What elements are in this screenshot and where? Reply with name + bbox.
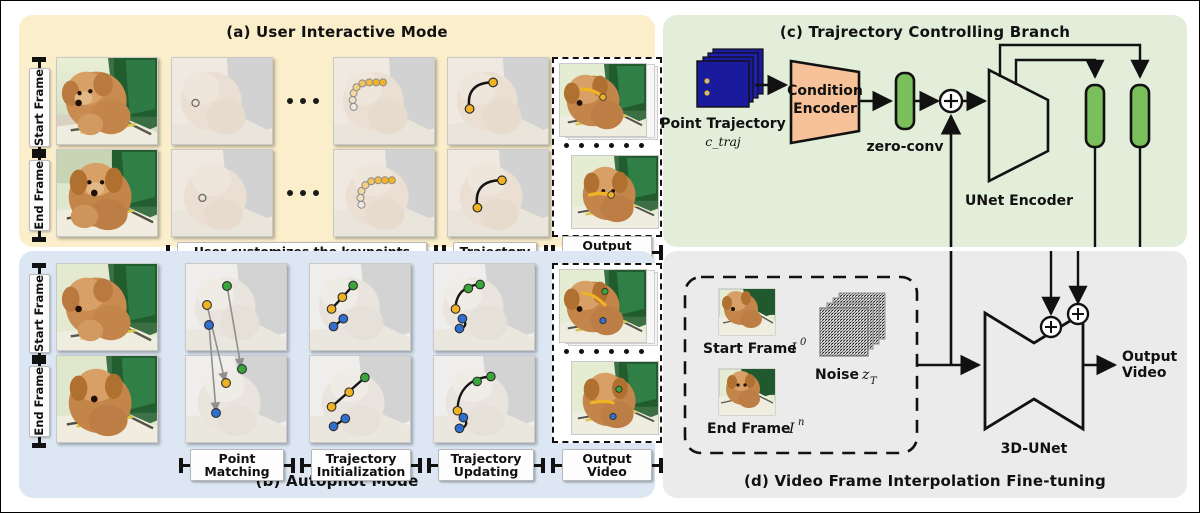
keypoints-chain-end-a bbox=[333, 149, 435, 237]
unet3d-label: 3D-UNet bbox=[1001, 441, 1068, 457]
point-trajectory-label: Point Trajectory bbox=[660, 116, 786, 132]
traj-init-end-b bbox=[309, 355, 411, 443]
step-label-point-matching: Point Matching bbox=[190, 448, 284, 482]
end-frame-symbol: I bbox=[788, 421, 795, 437]
step-bracket-trajectory-initialization: Trajectory Initialization bbox=[300, 445, 422, 485]
output-video-dots-b bbox=[564, 349, 644, 354]
panel-d-diagram: Start Frame I 0 End Frame I n Noise z T … bbox=[683, 251, 1178, 457]
ellipsis-end-a bbox=[287, 190, 319, 196]
traj-update-start-b bbox=[433, 263, 535, 351]
row-label-end-frame-a: End Frame bbox=[28, 160, 50, 231]
keypoint-single-end-a bbox=[171, 149, 273, 237]
panel-trajectory-controlling-branch: (c) Trajrectory Controlling Branch Condi… bbox=[660, 15, 1187, 247]
trajectory-end-a bbox=[447, 149, 549, 237]
start-frame-label: Start Frame bbox=[703, 341, 797, 357]
trajectory-start-a bbox=[447, 57, 549, 145]
unet-encoder-label: UNet Encoder bbox=[965, 193, 1073, 209]
condition-encoder-label-line2: Encoder bbox=[793, 101, 857, 117]
photo-end-frame-b bbox=[56, 355, 158, 443]
bracket-end-frame-a: End Frame bbox=[28, 149, 50, 242]
ellipsis-start-a bbox=[287, 98, 319, 104]
photo-start-frame-b bbox=[56, 263, 158, 351]
traj-update-end-b bbox=[433, 355, 535, 443]
step-bracket-trajectory-updating: Trajectory Updating bbox=[427, 445, 545, 485]
row-label-start-frame-a: Start Frame bbox=[28, 68, 50, 148]
zero-conv-label: zero-conv bbox=[867, 139, 944, 155]
point-trajectory-frames bbox=[696, 48, 764, 108]
bracket-end-frame-b: End Frame bbox=[28, 355, 50, 448]
row-label-start-frame-b: Start Frame bbox=[28, 274, 50, 354]
bracket-start-frame-a: Start Frame bbox=[28, 57, 50, 159]
step-label-output-video-b: Output Video bbox=[562, 448, 652, 482]
panel-autopilot-mode: (b) Autopilot Mode Start Frame End Frame bbox=[19, 251, 663, 498]
noise-label: Noise bbox=[815, 367, 859, 383]
output-frame-end-a bbox=[571, 155, 659, 229]
unet-encoder-shape bbox=[987, 67, 1050, 184]
end-frame-thumb bbox=[718, 368, 776, 416]
point-matching-correspondence-arrows bbox=[202, 281, 247, 418]
panel-user-interactive-mode: (a) User Interactive Mode Start Frame En… bbox=[19, 15, 663, 269]
condition-encoder-label-line1: Condition bbox=[787, 83, 863, 99]
end-frame-superscript: n bbox=[798, 417, 804, 428]
output-frame-end-b bbox=[571, 361, 659, 435]
start-frame-symbol: I bbox=[790, 341, 797, 357]
panel-c-diagram: Condition Encoder UNet Encoder Point Tra… bbox=[660, 43, 1151, 247]
bracket-start-frame-b: Start Frame bbox=[28, 263, 50, 365]
figure-root: (a) User Interactive Mode Start Frame En… bbox=[0, 0, 1200, 513]
noise-symbol: z bbox=[861, 367, 870, 383]
step-bracket-point-matching: Point Matching bbox=[179, 445, 295, 485]
output-video-label-line1: Output bbox=[1122, 349, 1178, 365]
step-label-trajectory-initialization: Trajectory Initialization bbox=[311, 448, 411, 482]
output-frame-start-a bbox=[559, 63, 647, 137]
start-frame-superscript: 0 bbox=[800, 337, 807, 348]
end-frame-label: End Frame bbox=[707, 421, 791, 437]
keypoint-single-start-a bbox=[171, 57, 273, 145]
output-video-dots-a bbox=[564, 143, 644, 148]
noise-subscript: T bbox=[870, 376, 878, 387]
output-frame-start-b bbox=[559, 269, 647, 343]
output-video-label-line2: Video bbox=[1122, 365, 1167, 381]
step-bracket-output-video-b: Output Video bbox=[551, 445, 663, 485]
photo-start-frame-a bbox=[56, 57, 158, 145]
zero-conv-out-2 bbox=[1129, 83, 1151, 149]
unet3d-shape bbox=[983, 310, 1085, 432]
row-label-end-frame-b: End Frame bbox=[28, 366, 50, 437]
photo-end-frame-a bbox=[56, 149, 158, 237]
traj-init-start-b bbox=[309, 263, 411, 351]
panel-a-title: (a) User Interactive Mode bbox=[226, 23, 448, 41]
point-trajectory-symbol: c_traj bbox=[705, 134, 741, 149]
keypoints-chain-start-a bbox=[333, 57, 435, 145]
zero-conv-shape bbox=[894, 71, 916, 131]
output-video-box-a bbox=[552, 57, 662, 237]
zero-conv-out-1 bbox=[1084, 83, 1106, 149]
step-label-trajectory-updating: Trajectory Updating bbox=[438, 448, 534, 482]
bracket-cap-bottom bbox=[32, 236, 46, 242]
panel-video-frame-interpolation-finetuning: (d) Video Frame Interpolation Fine-tunin… bbox=[663, 251, 1187, 498]
output-video-box-b bbox=[552, 263, 662, 443]
start-frame-thumb bbox=[718, 288, 776, 336]
noise-stack bbox=[819, 292, 886, 357]
